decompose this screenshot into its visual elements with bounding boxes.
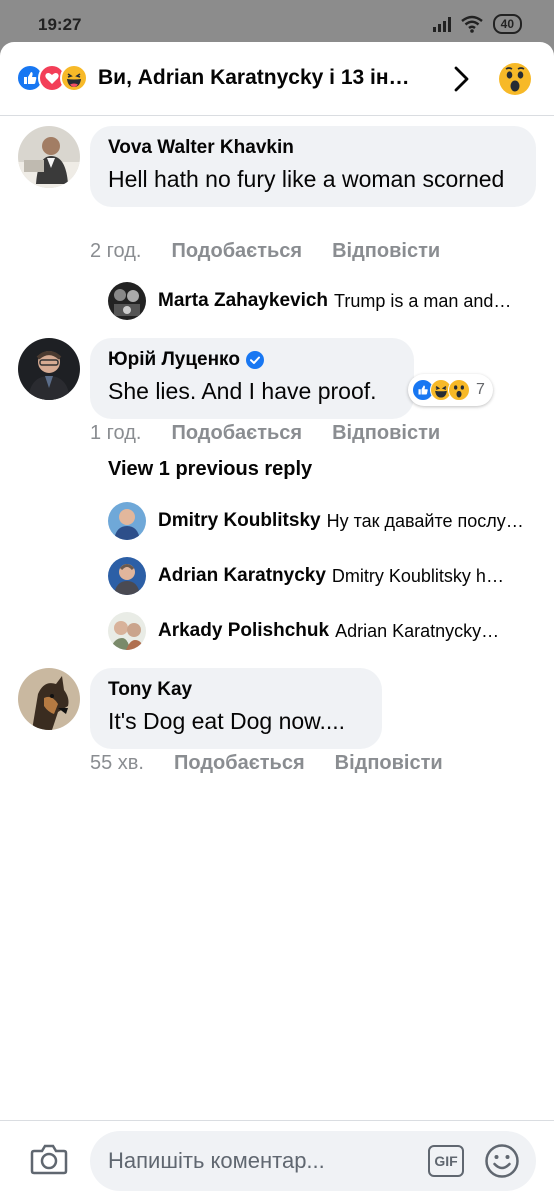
haha-icon	[60, 64, 88, 92]
reply-item[interactable]: Dmitry Koublitsky Ну так давайте послуша…	[108, 501, 538, 541]
comment-bubble[interactable]: Юрій Луценко She lies. And I have proof.	[90, 338, 414, 419]
comments-sheet: Ви, Adrian Karatnycky і 13 ін… Vova Walt…	[0, 42, 554, 1200]
avatar	[108, 612, 146, 650]
signal-icon	[432, 16, 451, 32]
status-bar: 19:27 40	[0, 0, 554, 44]
avatar	[108, 557, 146, 595]
battery-icon: 40	[492, 14, 522, 34]
reply-item[interactable]: Adrian Karatnycky Dmitry Koublitsky h…	[108, 556, 538, 596]
comment-author-name[interactable]: Юрій Луценко	[108, 348, 240, 372]
comment-text: Hell hath no fury like a woman scorned	[108, 166, 505, 192]
reactions-header[interactable]: Ви, Adrian Karatnycky і 13 ін…	[0, 42, 554, 116]
avatar[interactable]	[18, 126, 80, 188]
gif-button[interactable]: GIF	[428, 1145, 464, 1177]
avatar[interactable]	[18, 338, 80, 400]
avatar	[108, 282, 146, 320]
comment-author[interactable]: Юрій Луценко	[108, 348, 396, 372]
avatar	[108, 502, 146, 540]
view-previous-replies-link[interactable]: View 1 previous reply	[108, 458, 312, 481]
comment-reactions[interactable]: 7	[408, 374, 493, 406]
comment-time[interactable]: 1 год.	[90, 422, 141, 445]
like-button[interactable]: Подобається	[171, 422, 302, 445]
reply-text: Trump is a man and…	[334, 290, 512, 311]
reply-button[interactable]: Відповісти	[335, 752, 443, 775]
wow-icon[interactable]	[498, 62, 532, 96]
like-button[interactable]: Подобається	[171, 240, 302, 263]
comment-time[interactable]: 55 хв.	[90, 752, 144, 775]
comment-author[interactable]: Tony Kay	[108, 678, 364, 702]
comment-composer: GIF	[0, 1120, 554, 1200]
reply-author[interactable]: Arkady Polishchuk	[158, 620, 329, 642]
reply-author[interactable]: Marta Zahaykevich	[158, 290, 328, 312]
reply-button[interactable]: Відповісти	[332, 240, 440, 263]
reply-text: Ну так давайте послушаем…	[326, 510, 538, 531]
like-button[interactable]: Подобається	[174, 752, 305, 775]
reply-button[interactable]: Відповісти	[332, 422, 440, 445]
comment-text: It's Dog eat Dog now....	[108, 708, 346, 734]
comment-text: She lies. And I have proof.	[108, 378, 377, 404]
comment-actions: 55 хв. Подобається Відповісти	[90, 752, 443, 775]
comment-author[interactable]: Vova Walter Khavkin	[108, 136, 518, 160]
reply-item[interactable]: Arkady Polishchuk Adrian Karatnycky…	[108, 611, 538, 651]
reaction-summary[interactable]	[16, 64, 96, 94]
reactions-summary-text[interactable]: Ви, Adrian Karatnycky і 13 ін…	[98, 66, 438, 90]
comment-actions: 2 год. Подобається Відповісти	[90, 240, 440, 263]
wifi-icon	[460, 15, 483, 33]
comment-bubble[interactable]: Vova Walter Khavkin Hell hath no fury li…	[90, 126, 536, 207]
wow-icon	[448, 379, 470, 401]
verified-badge-icon	[245, 351, 264, 369]
status-time: 19:27	[38, 15, 82, 34]
chevron-right-icon[interactable]	[450, 64, 472, 94]
reply-text: Adrian Karatnycky…	[335, 620, 500, 641]
reply-text: Dmitry Koublitsky h…	[331, 565, 504, 586]
reaction-count: 7	[476, 381, 485, 398]
reply-item[interactable]: Marta Zahaykevich Trump is a man and…	[108, 281, 538, 321]
reply-author[interactable]: Adrian Karatnycky	[158, 565, 326, 587]
avatar[interactable]	[18, 668, 80, 730]
emoji-icon[interactable]	[484, 1143, 520, 1179]
reply-author[interactable]: Dmitry Koublitsky	[158, 510, 321, 532]
comment-input[interactable]	[90, 1131, 536, 1191]
comment-bubble[interactable]: Tony Kay It's Dog eat Dog now....	[90, 668, 382, 749]
status-icons: 40	[432, 14, 522, 34]
comment-time[interactable]: 2 год.	[90, 240, 141, 263]
comment-actions: 1 год. Подобається Відповісти	[90, 422, 440, 445]
camera-icon[interactable]	[30, 1141, 68, 1177]
